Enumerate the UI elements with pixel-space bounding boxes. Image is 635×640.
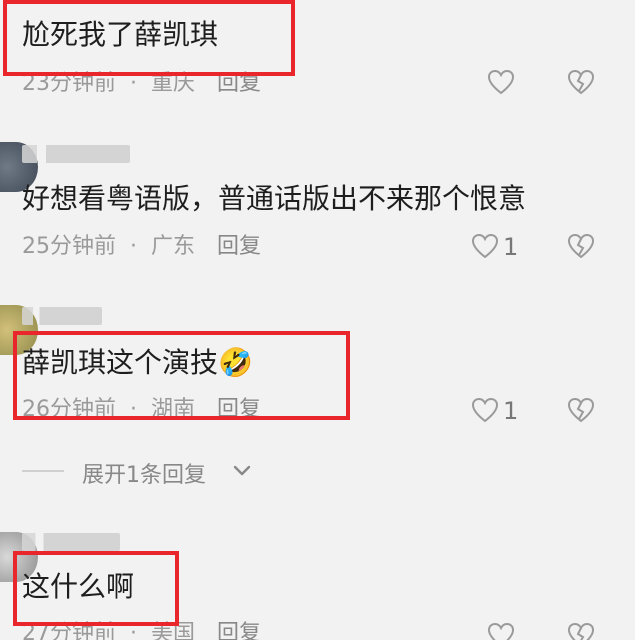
expand-divider	[22, 470, 64, 472]
chevron-down-icon[interactable]	[232, 463, 252, 479]
broken-heart-icon[interactable]	[566, 231, 596, 261]
username-blurred[interactable]	[22, 533, 120, 551]
meta-separator: ·	[130, 234, 137, 259]
comment-time: 25分钟前	[22, 234, 116, 259]
heart-icon[interactable]	[486, 67, 516, 97]
comment-list: 尬死我了薛凯琪 23分钟前 · 重庆 回复 好想看粤语版，普通话版出不来那个恨意 25…	[0, 0, 635, 640]
broken-heart-icon[interactable]	[566, 67, 596, 97]
comment-text: 好想看粤语版，普通话版出不来那个恨意	[22, 182, 527, 215]
reply-button[interactable]: 回复	[217, 234, 261, 259]
like-count: 1	[503, 233, 519, 261]
expand-replies-label[interactable]: 展开1条回复	[82, 457, 206, 489]
highlight-box	[3, 0, 295, 76]
highlight-box	[13, 331, 350, 420]
broken-heart-icon[interactable]	[566, 620, 596, 640]
like-count: 1	[503, 397, 519, 425]
reply-button[interactable]: 回复	[217, 621, 261, 640]
heart-icon[interactable]	[470, 395, 500, 425]
broken-heart-icon[interactable]	[566, 395, 596, 425]
comment-meta: 25分钟前 · 广东 回复	[22, 233, 261, 261]
heart-icon[interactable]	[486, 620, 516, 640]
heart-icon[interactable]	[470, 231, 500, 261]
username-blurred[interactable]	[22, 307, 102, 325]
comment-location: 广东	[151, 234, 196, 259]
highlight-box	[13, 551, 179, 626]
username-blurred[interactable]	[22, 145, 130, 163]
